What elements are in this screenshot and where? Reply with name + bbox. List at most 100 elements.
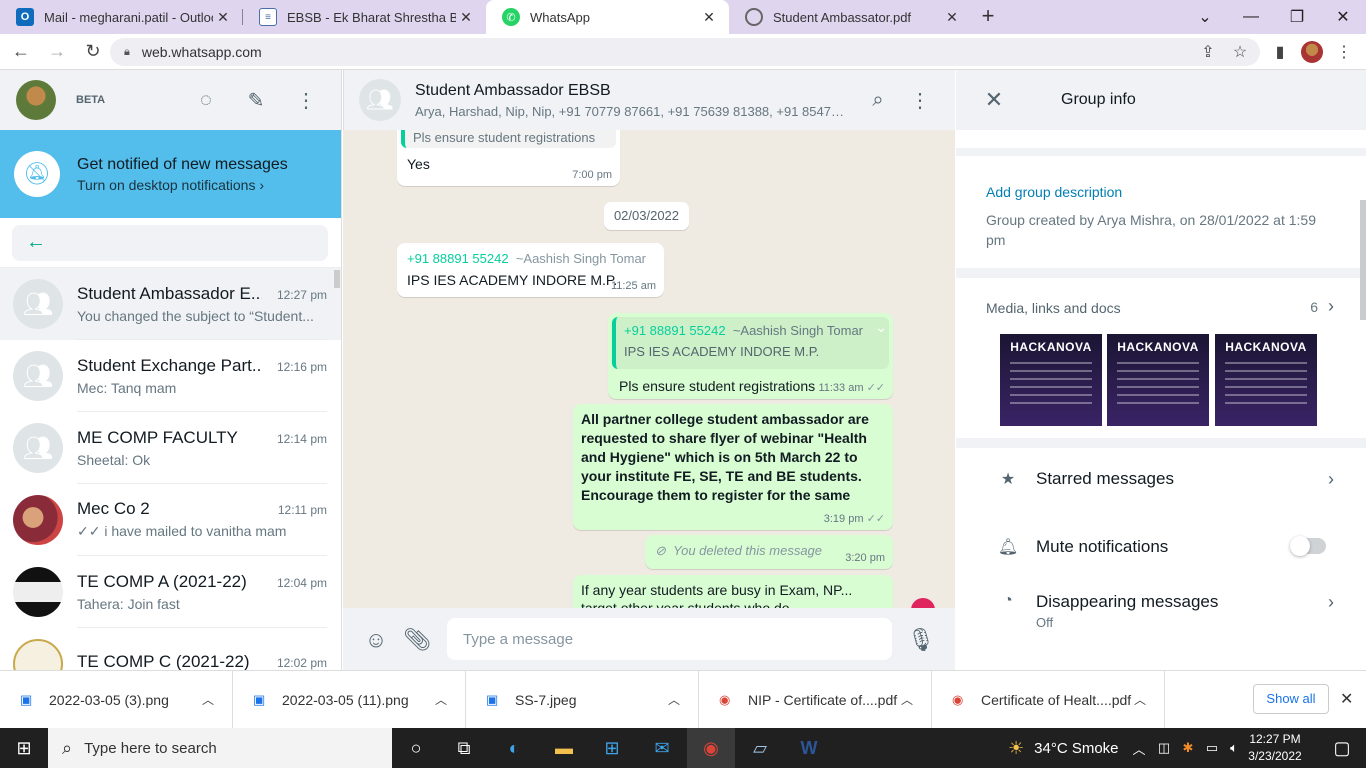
media-thumbnail[interactable]: HACKANOVA [1107, 334, 1209, 426]
chat-item[interactable]: TE COMP A (2021-22) 12:04 pm Tahera: Join… [0, 556, 341, 628]
message-input[interactable]: Type a message [447, 618, 892, 660]
download-item[interactable]: ▣ 2022-03-05 (11).png ︿ [233, 670, 466, 729]
download-item[interactable]: ◉ NIP - Certificate of....pdf ︿ [699, 670, 932, 729]
weather-widget[interactable]: ☀ 34°C Smoke [1008, 728, 1119, 768]
chevron-up-icon[interactable]: ︿ [1128, 728, 1150, 768]
sender-number[interactable]: +91 88891 55242 [407, 251, 509, 266]
chat-list-scrollbar[interactable] [334, 270, 340, 288]
chevron-up-icon[interactable]: ︿ [901, 691, 913, 708]
menu-icon[interactable]: ⋮ [908, 88, 932, 112]
message-bubble[interactable]: +91 88891 55242 ~Aashish Singh Tomar IPS… [608, 313, 893, 399]
search-icon[interactable]: ⌕ [866, 88, 890, 112]
message-bubble[interactable]: ⊘ You deleted this message 3:20 pm [645, 535, 893, 569]
message-bubble[interactable]: +91 88891 55242 ~Aashish Singh Tomar IPS… [397, 243, 664, 297]
tab-search-icon[interactable]: ⌄ [1182, 0, 1228, 34]
chat-item[interactable]: Mec Co 2 12:11 pm ✓✓ i have mailed to van… [0, 484, 341, 556]
close-tab-icon[interactable]: ✕ [942, 9, 962, 26]
bookmark-star-icon[interactable]: ☆ [1226, 38, 1254, 66]
menu-icon[interactable]: ⋮ [294, 88, 318, 112]
media-section: Media, links and docs 6 › HACKANOVA HACK… [956, 278, 1366, 438]
file-explorer-icon[interactable]: ▬ [540, 728, 588, 768]
chat-item[interactable]: 👥︎ ME COMP FACULTY 12:14 pm Sheetal: Ok [0, 412, 341, 484]
close-icon[interactable]: ✕ [982, 87, 1006, 113]
close-downloads-icon[interactable]: ✕ [1340, 689, 1353, 709]
reload-icon[interactable]: ↻ [78, 37, 108, 67]
restore-button[interactable]: ❐ [1274, 0, 1320, 34]
attach-icon[interactable]: 📎︎ [403, 626, 431, 654]
download-item[interactable]: ▣ SS-7.jpeg ︿ [466, 670, 699, 729]
chrome-icon[interactable]: ◉ [687, 728, 735, 768]
new-chat-icon[interactable]: ✎ [244, 88, 268, 112]
chevron-up-icon[interactable]: ︿ [435, 691, 447, 708]
chevron-right-icon[interactable]: › [1328, 296, 1334, 317]
edge-icon[interactable]: ◐ [490, 728, 538, 768]
notifications-icon[interactable]: ▢ [1318, 728, 1366, 768]
cortana-icon[interactable]: ○ [392, 728, 440, 768]
chevron-down-icon[interactable]: ⌄ [875, 319, 887, 336]
group-info-scrollbar[interactable] [1360, 200, 1366, 320]
disappearing-messages-row[interactable]: ◔ Disappearing messages Off › [956, 574, 1366, 646]
media-thumbnail[interactable]: HACKANOVA [1215, 334, 1317, 426]
tab-ebsb[interactable]: ≡ EBSB - Ek Bharat Shrestha Bharat ✕ [243, 0, 486, 34]
close-tab-icon[interactable]: ✕ [699, 9, 719, 26]
media-thumbnail[interactable]: HACKANOVA [1000, 334, 1102, 426]
chat-item[interactable]: 👥︎ Student Exchange Part... 12:16 pm Mec:… [0, 340, 341, 412]
status-icon[interactable]: ◌ [194, 88, 218, 112]
meet-now-icon[interactable]: ◫ [1153, 728, 1175, 768]
microphone-icon[interactable]: 🎙︎ [907, 626, 935, 654]
message-bubble[interactable]: All partner college student ambassador a… [573, 404, 893, 530]
conversation-header[interactable]: 👥︎ Student Ambassador EBSB Arya, Harshad… [343, 70, 955, 130]
quoted-message[interactable]: +91 88891 55242 ~Aashish Singh Tomar IPS… [612, 317, 889, 369]
system-clock[interactable]: 12:27 PM 3/23/2022 [1245, 731, 1305, 765]
security-icon[interactable]: ✱ [1177, 728, 1199, 768]
task-view-icon[interactable]: ⧉ [440, 728, 488, 768]
new-tab-button[interactable]: + [972, 0, 1004, 34]
minimize-button[interactable]: — [1228, 0, 1274, 34]
chat-item[interactable]: 👥︎ Student Ambassador E... 12:27 pm You c… [0, 268, 341, 340]
mail-icon[interactable]: ✉ [638, 728, 686, 768]
download-item[interactable]: ▣ 2022-03-05 (3).png ︿ [0, 670, 233, 729]
store-icon[interactable]: ⊞ [588, 728, 636, 768]
chevron-up-icon[interactable]: ︿ [668, 691, 680, 708]
back-icon[interactable]: ← [6, 37, 36, 67]
emoji-icon[interactable]: ☺ [362, 626, 390, 654]
notification-banner[interactable]: 🔕︎ Get notified of new messages Turn on … [0, 130, 341, 218]
notification-link[interactable]: Turn on desktop notifications › [77, 177, 288, 193]
add-description-link[interactable]: Add group description [956, 156, 1366, 200]
back-arrow-icon[interactable]: ← [26, 231, 46, 254]
media-label[interactable]: Media, links and docs [986, 300, 1121, 316]
chevron-up-icon[interactable]: ︿ [1134, 691, 1146, 708]
chevron-up-icon[interactable]: ︿ [202, 691, 214, 708]
url-field[interactable]: 🔒︎ web.whatsapp.com [110, 38, 1260, 66]
starred-messages-row[interactable]: ★ Starred messages › [956, 448, 1366, 510]
tab-whatsapp[interactable]: ✆ WhatsApp ✕ [486, 0, 729, 34]
chat-item[interactable]: TE COMP C (2021-22) 12:02 pm [0, 628, 341, 670]
download-filename: 2022-03-05 (11).png [282, 691, 409, 708]
mute-notifications-row[interactable]: 🔔︎ Mute notifications [956, 516, 1366, 578]
tab-outlook[interactable]: O Mail - megharani.patil - Outlook ✕ [0, 0, 243, 34]
message-bubble[interactable]: Pls ensure student registrations Yes 7:0… [397, 130, 620, 186]
tab-pdf[interactable]: Student Ambassator.pdf ✕ [729, 0, 972, 34]
mute-toggle[interactable] [1290, 536, 1326, 556]
browser-menu-icon[interactable]: ⋮ [1330, 38, 1358, 66]
download-item[interactable]: ◉ Certificate of Healt....pdf ︿ [932, 670, 1165, 729]
windows-start-icon[interactable]: ⊞ [0, 728, 48, 768]
show-all-button[interactable]: Show all [1253, 684, 1329, 714]
notepad-icon[interactable]: ▱ [736, 728, 784, 768]
close-tab-icon[interactable]: ✕ [456, 9, 476, 26]
forward-icon[interactable]: → [42, 37, 72, 67]
word-icon[interactable]: W [785, 728, 833, 768]
network-icon[interactable]: ▭ [1201, 728, 1223, 768]
profile-avatar[interactable] [1298, 38, 1326, 66]
close-tab-icon[interactable]: ✕ [213, 9, 233, 26]
group-avatar-icon: 👥︎ [13, 279, 63, 329]
message-bubble[interactable]: If any year students are busy in Exam, N… [573, 575, 893, 608]
search-input[interactable]: ← [12, 224, 328, 261]
share-icon[interactable]: ⇪ [1194, 38, 1222, 66]
taskbar-search-input[interactable]: ⌕ Type here to search [48, 728, 392, 768]
my-avatar[interactable] [16, 80, 56, 120]
volume-icon[interactable]: 🔈︎ [1223, 728, 1245, 768]
close-window-button[interactable]: ✕ [1320, 0, 1366, 34]
side-panel-icon[interactable]: ▮ [1266, 38, 1294, 66]
chat-name: TE COMP C (2021-22) [77, 651, 250, 671]
